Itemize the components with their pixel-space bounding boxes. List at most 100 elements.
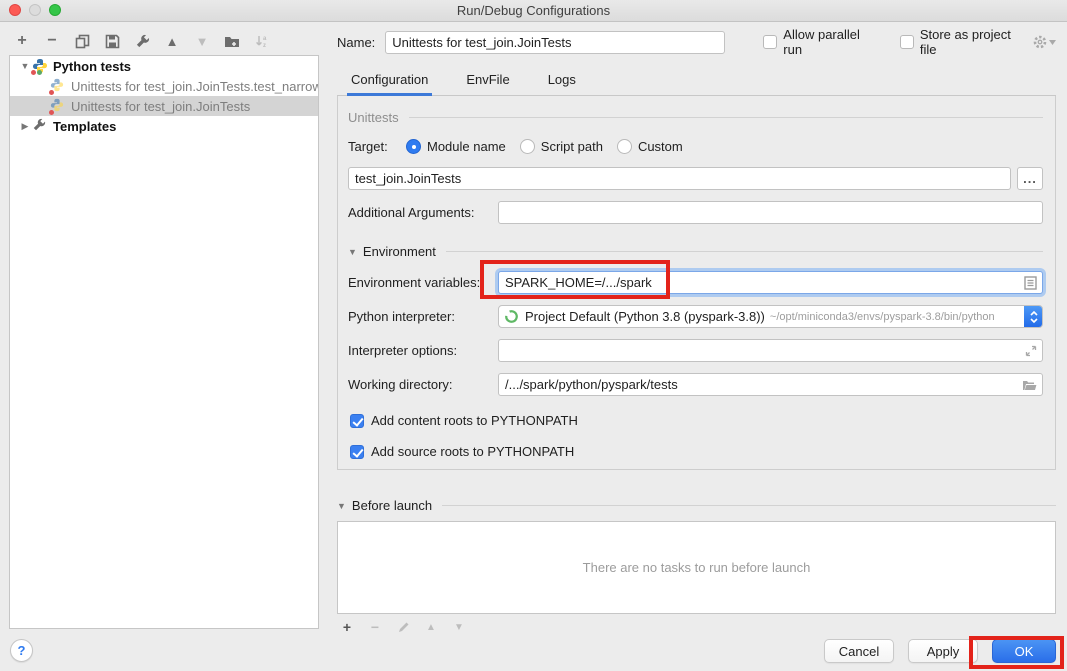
close-window-button[interactable] bbox=[9, 4, 21, 16]
python-interpreter-select[interactable]: Project Default (Python 3.8 (pyspark-3.8… bbox=[498, 305, 1043, 328]
group-divider bbox=[409, 117, 1043, 118]
section-collapse-icon[interactable]: ▼ bbox=[348, 247, 357, 257]
radio-selected-icon[interactable] bbox=[406, 139, 421, 154]
interpreter-options-row: Interpreter options: bbox=[348, 339, 1043, 362]
environment-section-title: Environment bbox=[363, 244, 436, 259]
add-configuration-button[interactable]: + bbox=[12, 31, 32, 51]
browse-module-button[interactable]: ... bbox=[1017, 167, 1043, 190]
remove-configuration-button[interactable]: − bbox=[42, 31, 62, 51]
interpreter-options-input[interactable] bbox=[498, 339, 1043, 362]
tree-item-label: Python tests bbox=[53, 59, 131, 74]
radio-unselected-icon[interactable] bbox=[617, 139, 632, 154]
before-launch-header[interactable]: ▼ Before launch bbox=[337, 498, 1056, 513]
collapse-arrow-icon[interactable]: ▶ bbox=[18, 121, 32, 132]
radio-custom[interactable]: Custom bbox=[617, 139, 683, 154]
group-divider bbox=[442, 505, 1056, 506]
allow-parallel-run-label: Allow parallel run bbox=[783, 27, 876, 57]
add-source-roots-checkbox[interactable]: Add source roots to PYTHONPATH bbox=[350, 444, 1043, 459]
add-content-roots-checkbox[interactable]: Add content roots to PYTHONPATH bbox=[350, 413, 1043, 428]
open-folder-icon[interactable] bbox=[1022, 379, 1037, 391]
tree-item-unittests-jointests-selected[interactable]: Unittests for test_join.JoinTests bbox=[10, 96, 318, 116]
tab-configuration[interactable]: Configuration bbox=[347, 72, 432, 95]
interpreter-path: ~/opt/miniconda3/envs/pyspark-3.8/bin/py… bbox=[770, 311, 995, 323]
name-input[interactable] bbox=[385, 31, 725, 54]
environment-section-header[interactable]: ▼ Environment bbox=[348, 244, 1043, 259]
new-folder-icon[interactable] bbox=[222, 31, 242, 51]
python-interpreter-row: Python interpreter: Project Default (Pyt… bbox=[348, 305, 1043, 328]
minimize-window-button bbox=[29, 4, 41, 16]
move-down-button: ▼ bbox=[192, 31, 212, 51]
working-directory-row: Working directory: bbox=[348, 373, 1043, 396]
name-label: Name: bbox=[337, 35, 375, 50]
cancel-button[interactable]: Cancel bbox=[824, 639, 894, 663]
before-launch-title: Before launch bbox=[352, 498, 432, 513]
zoom-window-button[interactable] bbox=[49, 4, 61, 16]
expand-field-icon[interactable] bbox=[1025, 345, 1037, 357]
tree-item-python-tests[interactable]: ▼ Python tests bbox=[10, 56, 318, 76]
save-configuration-icon[interactable] bbox=[102, 31, 122, 51]
dialog-footer: ? Cancel Apply OK bbox=[0, 631, 1067, 671]
run-debug-configurations-dialog: Run/Debug Configurations + − ▲ ▼ az ▼ bbox=[0, 0, 1067, 671]
name-row: Name: Allow parallel run Store as projec… bbox=[337, 30, 1056, 54]
tab-envfile[interactable]: EnvFile bbox=[462, 72, 513, 95]
target-label: Target: bbox=[348, 139, 406, 154]
radio-module-name[interactable]: Module name bbox=[406, 139, 506, 154]
tree-item-label: Templates bbox=[53, 119, 116, 134]
allow-parallel-run-checkbox[interactable]: Allow parallel run bbox=[763, 27, 876, 57]
additional-arguments-input[interactable] bbox=[498, 201, 1043, 224]
radio-custom-label: Custom bbox=[638, 139, 683, 154]
window-title: Run/Debug Configurations bbox=[457, 3, 610, 18]
svg-text:z: z bbox=[263, 43, 266, 49]
traffic-lights bbox=[9, 4, 61, 16]
environment-variables-input[interactable] bbox=[498, 271, 1043, 294]
checkbox-checked-icon[interactable] bbox=[350, 414, 364, 428]
tree-item-label: Unittests for test_join.JoinTests bbox=[71, 99, 250, 114]
ok-button[interactable]: OK bbox=[992, 639, 1056, 663]
copy-configuration-icon[interactable] bbox=[72, 31, 92, 51]
section-collapse-icon[interactable]: ▼ bbox=[337, 501, 346, 511]
edit-templates-wrench-icon[interactable] bbox=[132, 31, 152, 51]
working-directory-input[interactable] bbox=[498, 373, 1043, 396]
conda-environment-icon bbox=[504, 309, 520, 325]
move-up-button[interactable]: ▲ bbox=[162, 31, 182, 51]
tree-item-unittests-narrow[interactable]: Unittests for test_join.JoinTests.test_n… bbox=[10, 76, 318, 96]
python-test-icon bbox=[50, 78, 66, 94]
test-passed-dot bbox=[37, 70, 42, 75]
svg-text:a: a bbox=[263, 36, 267, 42]
tree-item-templates[interactable]: ▶ Templates bbox=[10, 116, 318, 136]
configuration-pane: Unittests Target: Module name Script pat… bbox=[337, 96, 1056, 470]
target-value-row: ... bbox=[348, 167, 1043, 190]
configuration-tabs: Configuration EnvFile Logs bbox=[337, 68, 1056, 96]
apply-button[interactable]: Apply bbox=[908, 639, 978, 663]
additional-arguments-label: Additional Arguments: bbox=[348, 205, 498, 220]
before-launch-empty-message: There are no tasks to run before launch bbox=[583, 560, 811, 575]
add-source-roots-label: Add source roots to PYTHONPATH bbox=[371, 444, 574, 459]
target-module-input[interactable] bbox=[348, 167, 1011, 190]
add-content-roots-label: Add content roots to PYTHONPATH bbox=[371, 413, 578, 428]
target-row: Target: Module name Script path Custom bbox=[348, 139, 1043, 154]
configurations-toolbar: + − ▲ ▼ az bbox=[12, 30, 272, 52]
radio-module-name-label: Module name bbox=[427, 139, 506, 154]
checkbox-checked-icon[interactable] bbox=[350, 445, 364, 459]
environment-variables-label: Environment variables: bbox=[348, 275, 498, 290]
store-as-project-file-checkbox[interactable]: Store as project file bbox=[900, 27, 1024, 57]
tab-logs[interactable]: Logs bbox=[544, 72, 580, 95]
radio-script-path[interactable]: Script path bbox=[520, 139, 603, 154]
help-button[interactable]: ? bbox=[10, 639, 33, 662]
store-options-gear-icon[interactable] bbox=[1032, 34, 1056, 50]
browse-variables-icon[interactable] bbox=[1024, 276, 1037, 290]
store-as-project-file-label: Store as project file bbox=[920, 27, 1024, 57]
working-directory-label: Working directory: bbox=[348, 377, 498, 392]
test-failed-dot bbox=[49, 90, 54, 95]
dropdown-stepper-icon[interactable] bbox=[1024, 305, 1043, 328]
python-test-icon bbox=[50, 98, 66, 114]
checkbox-unchecked-icon[interactable] bbox=[763, 35, 777, 49]
radio-unselected-icon[interactable] bbox=[520, 139, 535, 154]
tree-item-label: Unittests for test_join.JoinTests.test_n… bbox=[71, 79, 318, 94]
configuration-detail-panel: Name: Allow parallel run Store as projec… bbox=[337, 30, 1056, 640]
environment-variables-row: Environment variables: bbox=[348, 271, 1043, 294]
expand-arrow-icon[interactable]: ▼ bbox=[18, 61, 32, 71]
python-tests-icon bbox=[32, 58, 48, 74]
checkbox-unchecked-icon[interactable] bbox=[900, 35, 914, 49]
before-launch-task-list: There are no tasks to run before launch bbox=[337, 521, 1056, 614]
